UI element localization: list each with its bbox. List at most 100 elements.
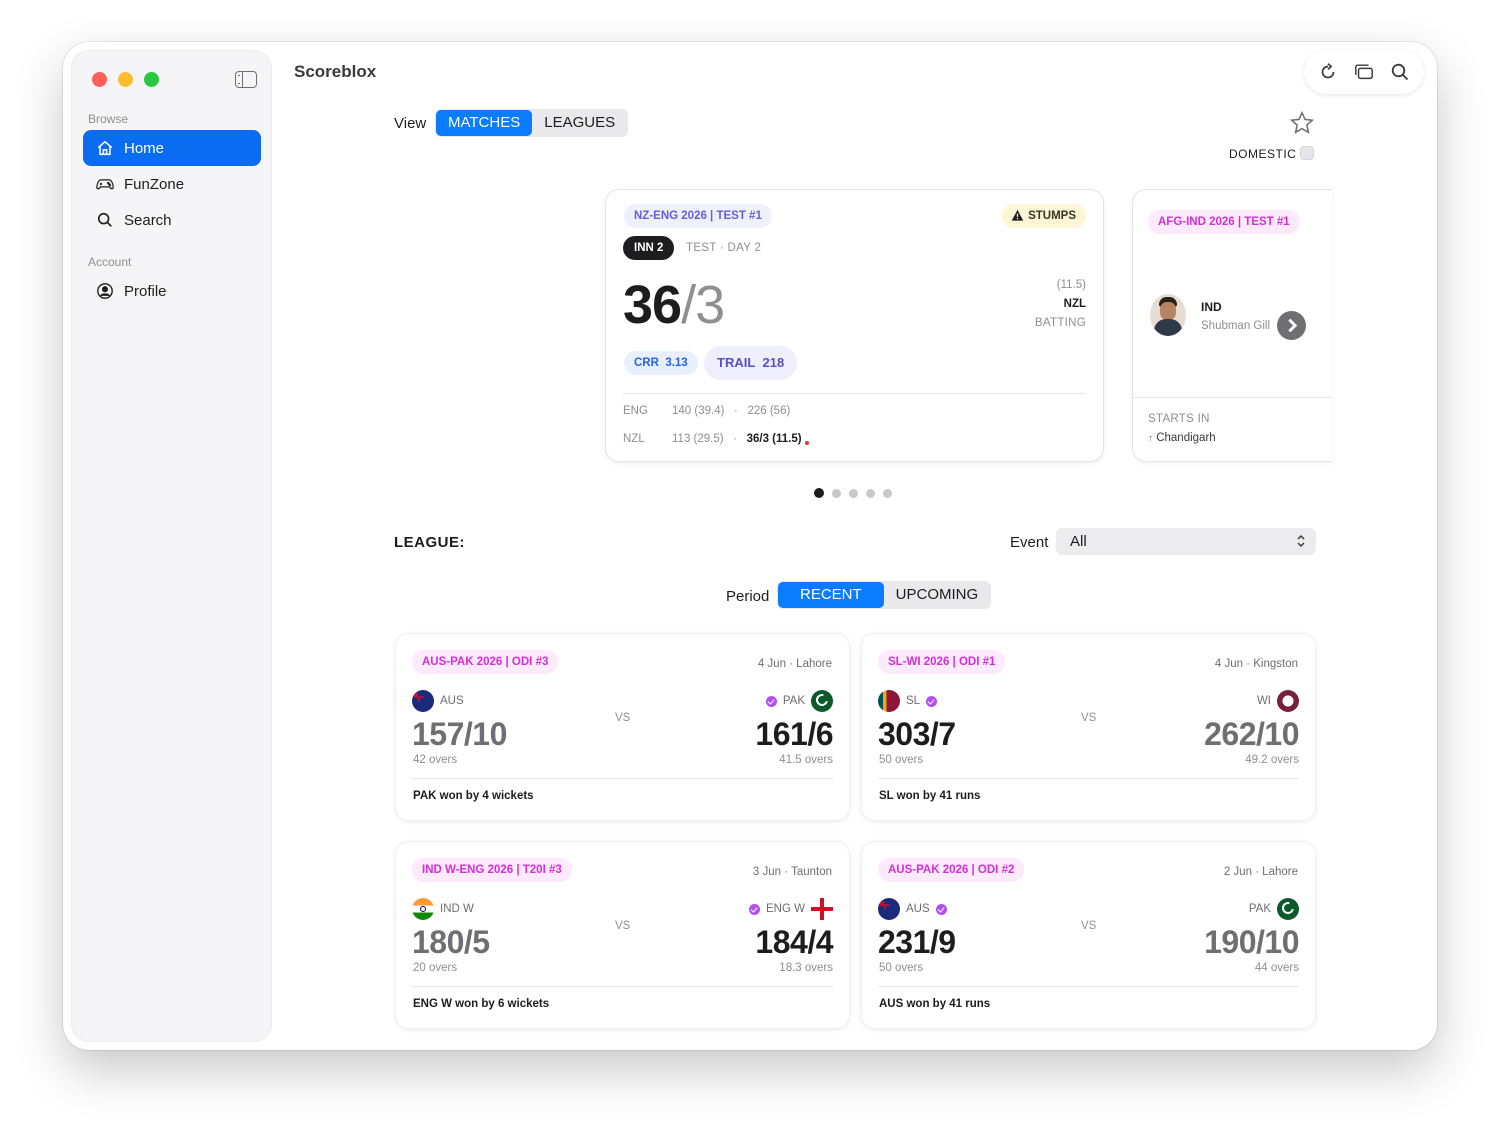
view-option-matches[interactable]: MATCHES xyxy=(436,110,533,136)
away-team: PAK xyxy=(765,690,833,712)
match-result: PAK won by 4 wickets xyxy=(413,790,534,802)
sidebar-item-label: Home xyxy=(124,139,165,157)
sidebar-item-profile[interactable]: Profile xyxy=(83,273,261,309)
app-window: Browse Home FunZone Search Account Profi… xyxy=(63,42,1437,1050)
innings-badge: INN 2 xyxy=(623,236,675,260)
away-overs: 18.3 overs xyxy=(779,962,833,974)
sidebar-item-home[interactable]: Home xyxy=(83,130,261,166)
flag-aus-icon xyxy=(878,898,900,920)
flag-sl-icon xyxy=(878,690,900,712)
match-tag: IND W-ENG 2026 | T20I #3 xyxy=(412,858,572,882)
zoom-window-button[interactable] xyxy=(144,72,159,87)
sidebar-item-label: FunZone xyxy=(124,175,185,193)
crr-badge: CRR 3.13 xyxy=(624,351,698,375)
home-team: SL xyxy=(878,690,938,712)
sidebar-toggle-icon[interactable] xyxy=(235,71,257,88)
match-result-card[interactable]: SL-WI 2026 | ODI #1 4 Jun · Kingston SL … xyxy=(861,633,1316,821)
minimize-window-button[interactable] xyxy=(118,72,133,87)
toolbar-group xyxy=(1304,50,1424,94)
close-window-button[interactable] xyxy=(92,72,107,87)
vs-label: VS xyxy=(1081,920,1097,932)
chevron-right-icon[interactable] xyxy=(1277,311,1306,340)
view-segmented-control: MATCHES LEAGUES xyxy=(435,109,629,137)
person-circle-icon xyxy=(97,283,113,299)
batting-team: NZL xyxy=(1063,298,1086,310)
card-divider xyxy=(1133,397,1332,398)
verified-badge-icon xyxy=(765,695,777,707)
match-date-venue: 2 Jun · Lahore xyxy=(1223,866,1298,878)
view-label: View xyxy=(394,115,427,132)
event-select[interactable]: All xyxy=(1056,528,1316,555)
match-result-card[interactable]: IND W-ENG 2026 | T20I #3 3 Jun · Taunton… xyxy=(395,841,850,1029)
domestic-checkbox[interactable] xyxy=(1300,146,1314,160)
player-avatar xyxy=(1150,294,1186,336)
flag-aus-icon xyxy=(412,690,434,712)
sidebar-item-label: Search xyxy=(124,211,172,229)
card-divider xyxy=(623,393,1086,394)
star-icon[interactable] xyxy=(1289,110,1315,136)
domestic-filter-label: DOMESTIC xyxy=(1229,147,1297,161)
house-icon xyxy=(97,140,113,156)
home-overs: 50 overs xyxy=(879,962,924,974)
event-label: Event xyxy=(1010,534,1049,551)
flag-eng-icon xyxy=(811,898,833,920)
vs-label: VS xyxy=(1081,712,1097,724)
chevron-updown-icon xyxy=(1297,534,1305,548)
search-icon[interactable] xyxy=(1390,62,1410,82)
current-overs: (11.5) xyxy=(1056,279,1086,291)
match-result: SL won by 41 runs xyxy=(879,790,981,802)
away-team: PAK xyxy=(1249,898,1299,920)
home-score: 303/7 xyxy=(878,716,956,752)
carousel-dot[interactable] xyxy=(883,488,892,498)
magnifyingglass-icon xyxy=(97,212,112,227)
sidebar-item-label: Profile xyxy=(124,282,167,300)
card-divider xyxy=(412,986,833,987)
windows-icon[interactable] xyxy=(1354,62,1374,82)
match-tag: AFG-IND 2026 | TEST #1 xyxy=(1148,210,1300,234)
gamecontroller-icon xyxy=(96,179,114,190)
match-tag: AUS-PAK 2026 | ODI #3 xyxy=(412,650,559,674)
player-name: Shubman Gill xyxy=(1201,320,1271,332)
period-option-upcoming[interactable]: UPCOMING xyxy=(884,582,991,608)
verified-badge-icon xyxy=(926,695,938,707)
status-badge: STUMPS xyxy=(1002,204,1086,228)
period-option-recent[interactable]: RECENT xyxy=(778,582,884,608)
live-match-card[interactable]: NZ-ENG 2026 | TEST #1 STUMPS INN 2 TEST … xyxy=(605,189,1104,462)
home-score: 231/9 xyxy=(878,924,956,960)
away-team: ENG W xyxy=(749,898,833,920)
match-tag: AUS-PAK 2026 | ODI #2 xyxy=(878,858,1025,882)
card-divider xyxy=(878,778,1299,779)
flag-wi-icon xyxy=(1277,690,1299,712)
period-label: Period xyxy=(726,588,770,605)
live-indicator-dot xyxy=(804,441,809,445)
sidebar-item-funzone[interactable]: FunZone xyxy=(83,166,261,202)
match-date-venue: 4 Jun · Lahore xyxy=(757,658,832,670)
card-divider xyxy=(878,986,1299,987)
trail-badge: TRAIL 218 xyxy=(704,346,798,380)
match-result-card[interactable]: AUS-PAK 2026 | ODI #2 2 Jun · Lahore AUS… xyxy=(861,841,1316,1029)
carousel-dot[interactable] xyxy=(866,488,875,498)
sidebar: Browse Home FunZone Search Account Profi… xyxy=(71,50,272,1042)
view-option-leagues[interactable]: LEAGUES xyxy=(532,110,627,136)
league-label: LEAGUE: xyxy=(394,534,465,551)
venue: ↑ Chandigarh xyxy=(1148,432,1216,444)
carousel-page-indicator[interactable] xyxy=(814,488,892,498)
home-overs: 20 overs xyxy=(413,962,458,974)
vs-label: VS xyxy=(615,712,631,724)
away-overs: 41.5 overs xyxy=(779,754,833,766)
flag-ind-icon xyxy=(412,898,434,920)
app-title: Scoreblox xyxy=(294,62,377,81)
carousel-dot[interactable] xyxy=(849,488,858,498)
carousel-dot[interactable] xyxy=(814,488,824,498)
home-score: 157/10 xyxy=(412,716,507,752)
home-team: AUS xyxy=(878,898,947,920)
vs-label: VS xyxy=(615,920,631,932)
sidebar-item-search[interactable]: Search xyxy=(83,202,261,238)
carousel-dot[interactable] xyxy=(832,488,841,498)
home-team: IND W xyxy=(412,898,474,920)
browse-section-label: Browse xyxy=(88,112,129,126)
refresh-icon[interactable] xyxy=(1318,62,1338,82)
match-result-card[interactable]: AUS-PAK 2026 | ODI #3 4 Jun · Lahore AUS… xyxy=(395,633,850,821)
upcoming-match-card[interactable]: AFG-IND 2026 | TEST #1 IND Shubman Gill … xyxy=(1132,189,1332,462)
match-result: AUS won by 41 runs xyxy=(879,998,991,1010)
